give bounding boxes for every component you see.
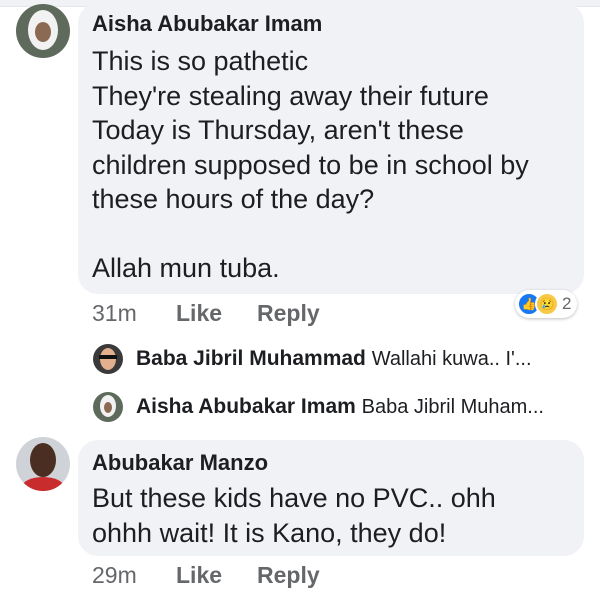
reply-button[interactable]: Reply bbox=[257, 300, 320, 327]
comment-line: these hours of the day? bbox=[92, 184, 375, 214]
reply-author: Aisha Abubakar Imam bbox=[136, 395, 356, 418]
avatar-baba-jibril-muhammad[interactable] bbox=[93, 344, 123, 374]
comment-actions: 29m Like Reply bbox=[92, 562, 392, 592]
comment-actions: 31m Like Reply bbox=[92, 300, 392, 330]
avatar-aisha-abubakar-imam-small[interactable] bbox=[93, 392, 123, 422]
avatar-face-shape bbox=[104, 402, 112, 413]
comment-text: This is so pathetic They're stealing awa… bbox=[92, 44, 572, 286]
comment-timestamp[interactable]: 31m bbox=[92, 300, 137, 327]
comment-line: They're stealing away their future bbox=[92, 80, 489, 111]
avatar-face-shape bbox=[100, 348, 116, 370]
reply-preview[interactable]: Baba Jibril Muhammad Wallahi kuwa.. I'..… bbox=[136, 347, 586, 371]
reply-snippet: Baba Jibril Muham... bbox=[361, 396, 544, 418]
sad-icon: 😢 bbox=[535, 292, 559, 316]
comment-line: Today is Thursday, aren't these bbox=[92, 115, 464, 145]
like-button[interactable]: Like bbox=[176, 300, 222, 327]
avatar-aisha-abubakar-imam[interactable] bbox=[16, 4, 70, 58]
avatar-face-shape bbox=[30, 443, 56, 477]
comment-line-blank bbox=[92, 217, 572, 252]
avatar-face-shape bbox=[35, 22, 51, 42]
comment-line: children supposed to be in school by bbox=[92, 149, 529, 180]
comment-line: But these kids have no PVC.. ohh bbox=[92, 483, 496, 513]
comment-author[interactable]: Abubakar Manzo bbox=[92, 450, 268, 476]
reaction-summary[interactable]: 👍 😢 2 bbox=[515, 290, 578, 318]
reply-preview[interactable]: Aisha Abubakar Imam Baba Jibril Muham... bbox=[136, 395, 586, 419]
reply-author: Baba Jibril Muhammad bbox=[136, 347, 366, 370]
avatar-abubakar-manzo[interactable] bbox=[16, 437, 70, 491]
comment-line: ohhh wait! It is Kano, they do! bbox=[92, 517, 447, 548]
comment-bubble: Abubakar Manzo But these kids have no PV… bbox=[78, 440, 584, 556]
reply-snippet: Wallahi kuwa.. I'... bbox=[371, 348, 532, 370]
avatar-shirt-shape bbox=[22, 477, 64, 491]
comment-line: This is so pathetic bbox=[92, 46, 309, 76]
reaction-count: 2 bbox=[562, 294, 572, 313]
avatar-glasses-shape bbox=[99, 355, 117, 359]
comment-line: Allah mun tuba. bbox=[92, 253, 280, 283]
comment-text: But these kids have no PVC.. ohh ohhh wa… bbox=[92, 481, 572, 550]
comment-bubble: Aisha Abubakar Imam This is so pathetic … bbox=[78, 3, 584, 294]
comment-author[interactable]: Aisha Abubakar Imam bbox=[92, 11, 322, 37]
